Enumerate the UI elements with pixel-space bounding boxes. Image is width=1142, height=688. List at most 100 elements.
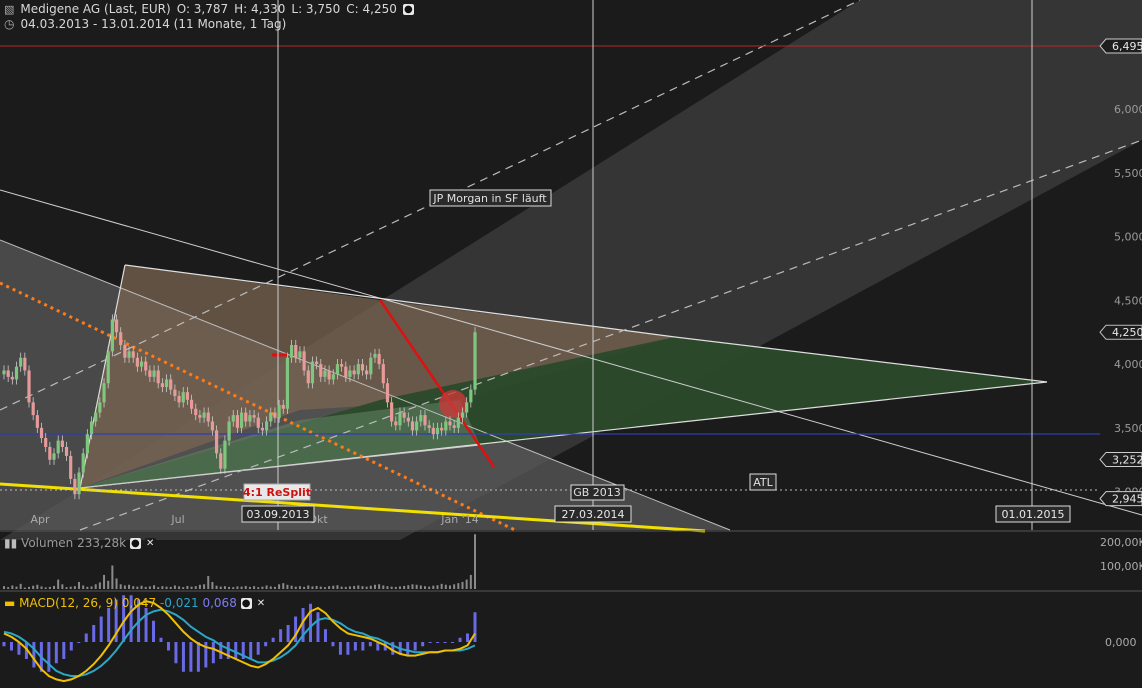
macd-tick-zero: 0,000 [1105, 636, 1137, 649]
price-tag-3: 2,945 [1099, 491, 1142, 507]
instrument-name: Medigene AG (Last, EUR) [20, 2, 171, 16]
chart-canvas[interactable]: JP Morgan in SF läuft 4:1 ReSplit GB 201… [0, 0, 1142, 688]
svg-text:ATL: ATL [753, 476, 773, 489]
volume-bar [178, 586, 181, 589]
volume-close-icon[interactable]: ✕ [144, 538, 156, 549]
macd-hist-bar [189, 642, 193, 672]
volume-bar [98, 582, 101, 589]
macd-axis: 0,000 [1105, 636, 1137, 649]
macd-hist-bar [346, 642, 350, 655]
volume-bar [182, 587, 185, 589]
volume-bar [57, 579, 60, 589]
svg-text:2,945: 2,945 [1112, 493, 1142, 506]
volume-bar [382, 585, 385, 589]
price-tag-0: 6,495 [1099, 38, 1142, 54]
annotation-atl[interactable]: ATL [749, 473, 777, 491]
volume-bar [94, 584, 97, 589]
volume-bar [128, 584, 131, 589]
time-marker-27-03-2014[interactable]: 27.03.2014 [554, 505, 632, 523]
volume-bar [282, 583, 285, 589]
volume-bar [148, 586, 151, 589]
macd-hist-bar [458, 637, 462, 642]
volume-bar [436, 585, 439, 589]
volume-bar [82, 585, 85, 589]
volume-bar [248, 586, 251, 589]
volume-bar [236, 586, 239, 589]
volume-bar [194, 586, 197, 589]
time-marker-01-01-2015[interactable]: 01.01.2015 [995, 505, 1071, 523]
volume-bar [432, 585, 435, 589]
macd-hist-bar [413, 642, 417, 651]
macd-hist-bar [323, 629, 327, 642]
time-label-apr: Apr [30, 513, 50, 526]
macd-hist-bar [264, 642, 268, 647]
volume-bar [157, 587, 160, 589]
macd-hist-bar [181, 642, 185, 672]
volume-bar [23, 587, 26, 589]
svg-text:27.03.2014: 27.03.2014 [562, 508, 625, 521]
volume-bar [290, 585, 293, 589]
volume-bar [469, 574, 472, 589]
volume-bar [444, 584, 447, 589]
annotation-jp-morgan[interactable]: JP Morgan in SF läuft [429, 189, 552, 207]
volume-bar [53, 585, 56, 589]
volume-bar [69, 586, 72, 589]
volume-bar [65, 587, 68, 589]
price-tick-2: 6,000 [1114, 103, 1142, 116]
price-tag-1: 4,250 [1099, 324, 1142, 340]
svg-text:01.01.2015: 01.01.2015 [1002, 508, 1065, 521]
volume-bar [461, 581, 464, 589]
svg-text:6,495: 6,495 [1112, 40, 1142, 53]
macd-hist-bar [316, 612, 320, 642]
volume-bar [269, 586, 272, 589]
volume-bar [190, 586, 193, 589]
volume-bar [7, 587, 10, 589]
annotation-resplit[interactable]: 4:1 ReSplit [243, 483, 311, 501]
volume-bar [261, 586, 264, 589]
candle [106, 346, 110, 389]
volume-bar [340, 586, 343, 589]
time-label-jul: Jul [170, 513, 184, 526]
price-tick-4: 5,000 [1114, 231, 1142, 244]
macd-hist-bar [443, 642, 447, 643]
volume-bar [332, 585, 335, 589]
macd-hist-bar [69, 642, 73, 651]
macd-close-icon[interactable]: ✕ [255, 598, 267, 609]
volume-bar [423, 586, 426, 589]
clock-icon: ◷ [4, 17, 15, 31]
macd-hist-bar [368, 642, 372, 647]
volume-bar [319, 586, 322, 589]
volume-bar [474, 534, 476, 589]
time-marker-03-09-2013[interactable]: 03.09.2013 [241, 505, 315, 523]
volume-bar [265, 585, 268, 589]
macd-label: MACD(12, 26, 9) [19, 596, 118, 610]
volume-bar [144, 586, 147, 589]
macd-hist-bar [234, 642, 238, 659]
volume-bar [78, 581, 81, 589]
macd-hist-bar [107, 608, 111, 642]
macd-hist-bar [84, 633, 88, 642]
volume-bar [132, 586, 135, 589]
volume-bar [294, 586, 297, 589]
volume-bar [223, 586, 226, 589]
volume-bar [207, 576, 210, 589]
volume-bar [203, 584, 206, 589]
settings-circle-icon[interactable]: ● [402, 4, 414, 15]
annotation-gb-2013[interactable]: GB 2013 [570, 484, 625, 501]
macd-settings-icon[interactable]: ● [240, 598, 252, 609]
chart-settings-icon[interactable]: ▧ [4, 3, 14, 16]
macd-hist-bar [9, 642, 13, 651]
macd-hist-bar [54, 642, 58, 664]
macd-hist-bar [174, 642, 178, 664]
candle [223, 435, 227, 474]
volume-bar [15, 586, 18, 589]
macd-legend: ▬ MACD(12, 26, 9) 0,047 -0,021 0,068 ● ✕ [4, 596, 267, 610]
macd-hist-bar [211, 642, 215, 664]
volume-settings-icon[interactable]: ● [129, 538, 141, 549]
volume-bar [3, 586, 5, 589]
volume-bar [336, 585, 339, 589]
volume-bar [32, 585, 35, 589]
volume-bar [428, 586, 431, 589]
volume-bar [61, 584, 64, 589]
macd-hist-bar [77, 642, 81, 643]
